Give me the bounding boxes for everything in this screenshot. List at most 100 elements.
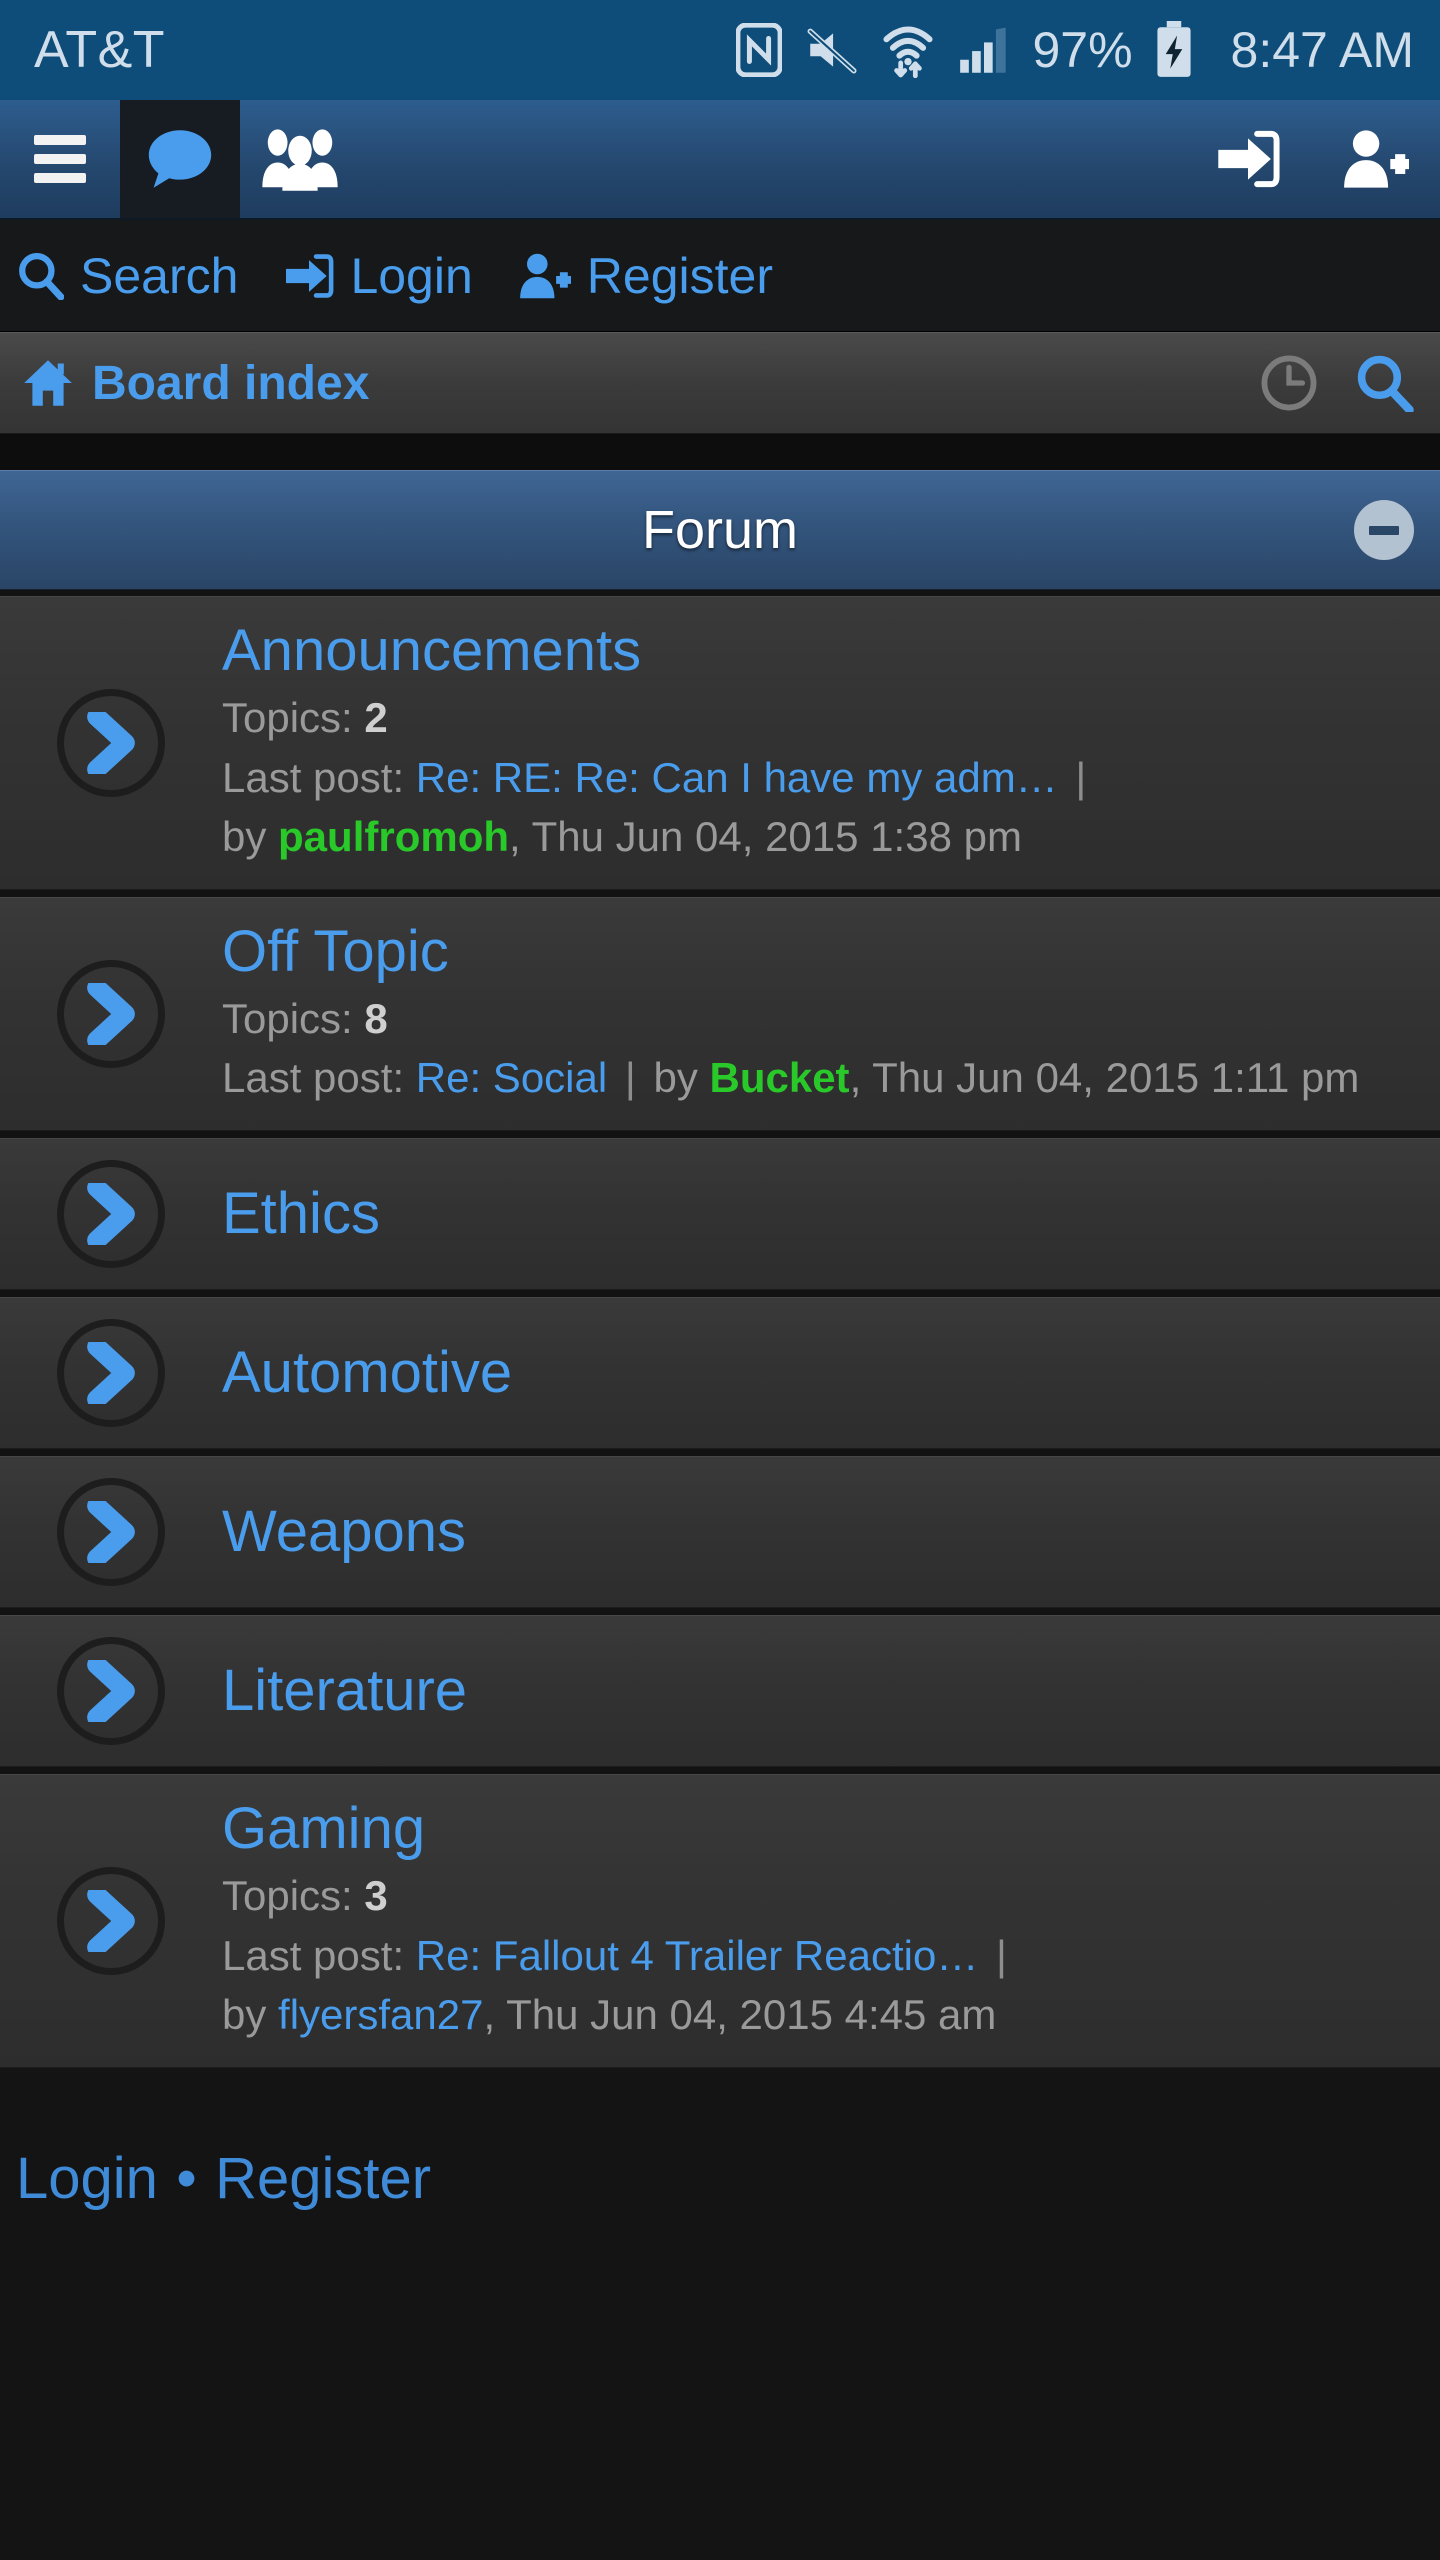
clock-label: 8:47 AM <box>1230 22 1414 78</box>
status-icons: 97% 8:47 AM <box>736 21 1414 79</box>
quick-link-bar: Search Login Register <box>0 220 1440 332</box>
topics-count-line: Topics: 3 <box>222 1866 1416 1926</box>
page-title: Forum <box>641 500 798 560</box>
author-link[interactable]: flyersfan27 <box>278 1991 483 2038</box>
footer: Login • Register <box>0 2074 1440 2212</box>
post-date: , Thu Jun 04, 2015 1:38 pm <box>509 813 1022 861</box>
forum-link[interactable]: Ethics <box>222 1181 1416 1247</box>
table-row[interactable]: Automotive <box>0 1297 1440 1450</box>
chevron-right-icon <box>57 1160 165 1269</box>
table-row[interactable]: Gaming Topics: 3 Last post: Re: Fallout … <box>0 1774 1440 2068</box>
row-icon-wrap <box>0 1866 222 1975</box>
quick-link-register[interactable]: Register <box>519 247 773 305</box>
separator: | <box>624 1054 636 1102</box>
quick-link-login[interactable]: Login <box>284 247 473 305</box>
row-body: Off Topic Topics: 8 Last post: Re: Socia… <box>222 898 1416 1130</box>
table-row[interactable]: Off Topic Topics: 8 Last post: Re: Socia… <box>0 896 1440 1132</box>
last-post-author-line: by flyersfan27, Thu Jun 04, 2015 4:45 am <box>222 1985 1416 2045</box>
members-group-icon <box>260 126 340 192</box>
row-icon-wrap <box>0 1319 222 1428</box>
nav-login-button[interactable] <box>1184 100 1312 218</box>
table-row[interactable]: Literature <box>0 1615 1440 1768</box>
hamburger-menu-icon <box>34 135 86 183</box>
author-link[interactable]: Bucket <box>710 1054 850 1101</box>
mute-icon <box>804 25 858 75</box>
tab-members[interactable] <box>240 100 360 218</box>
login-icon <box>284 253 334 299</box>
last-post-link[interactable]: Re: Social <box>416 1054 607 1101</box>
row-body: Literature <box>222 1658 1416 1724</box>
forum-link[interactable]: Announcements <box>222 618 1416 684</box>
forum-link[interactable]: Weapons <box>222 1499 1416 1565</box>
by-label: by <box>653 1054 698 1102</box>
quick-link-login-label: Login <box>350 247 473 304</box>
post-date: , Thu Jun 04, 2015 1:11 pm <box>849 1054 1360 1102</box>
forum-list: Announcements Topics: 2 Last post: Re: R… <box>0 590 1440 2068</box>
tab-forums[interactable] <box>120 100 240 218</box>
last-post-link[interactable]: Re: Fallout 4 Trailer Reactio… <box>416 1932 979 1979</box>
topics-count-line: Topics: 8 <box>222 989 1416 1049</box>
collapse-minus-icon[interactable] <box>1354 500 1414 560</box>
row-body: Ethics <box>222 1181 1416 1247</box>
carrier-label: AT&T <box>34 21 166 79</box>
topics-count: 3 <box>364 1871 388 1919</box>
last-post-link[interactable]: Re: RE: Re: Can I have my adm… <box>416 754 1058 801</box>
quick-link-search[interactable]: Search <box>18 247 238 305</box>
status-bar: AT&T 97% 8:47 AM <box>0 0 1440 100</box>
forum-link[interactable]: Gaming <box>222 1796 1416 1862</box>
breadcrumb-actions <box>1260 354 1414 412</box>
login-icon <box>1216 129 1280 189</box>
breadcrumb-label: Board index <box>92 356 370 410</box>
row-body: Announcements Topics: 2 Last post: Re: R… <box>222 597 1416 889</box>
forum-link[interactable]: Automotive <box>222 1340 1416 1406</box>
search-icon <box>18 252 64 300</box>
forum-link[interactable]: Literature <box>222 1658 1416 1724</box>
recent-clock-icon[interactable] <box>1260 354 1318 412</box>
row-body: Automotive <box>222 1340 1416 1406</box>
chevron-right-icon <box>57 1866 165 1975</box>
primary-nav-right-actions <box>1184 100 1440 218</box>
forum-link[interactable]: Off Topic <box>222 919 1416 985</box>
last-post-label: Last post: <box>222 1054 405 1102</box>
author-link[interactable]: paulfromoh <box>278 813 509 860</box>
chevron-right-icon <box>57 959 165 1068</box>
cellular-signal-icon <box>958 25 1010 75</box>
row-icon-wrap <box>0 1478 222 1587</box>
section-gap <box>0 434 1440 470</box>
row-icon-wrap <box>0 959 222 1068</box>
last-post-line: Last post: Re: RE: Re: Can I have my adm… <box>222 748 1416 808</box>
wifi-icon <box>880 22 936 78</box>
separator: | <box>1075 753 1087 801</box>
last-post-line: Last post: Re: Fallout 4 Trailer Reactio… <box>222 1926 1416 1986</box>
row-icon-wrap <box>0 688 222 797</box>
by-label: by <box>222 813 267 861</box>
post-date: , Thu Jun 04, 2015 4:45 am <box>483 1991 997 2039</box>
table-row[interactable]: Ethics <box>0 1138 1440 1291</box>
nav-register-button[interactable] <box>1312 100 1440 218</box>
quick-link-search-label: Search <box>80 247 239 304</box>
battery-percent-label: 97% <box>1032 22 1133 78</box>
quick-link-register-label: Register <box>586 247 773 304</box>
topics-count-line: Topics: 2 <box>222 688 1416 748</box>
breadcrumb-board-index[interactable]: Board index <box>22 356 369 411</box>
footer-login-link[interactable]: Login <box>16 2146 158 2211</box>
breadcrumb: Board index <box>0 332 1440 434</box>
topics-label: Topics: <box>222 1871 353 1919</box>
last-post-label: Last post: <box>222 753 405 801</box>
footer-register-link[interactable]: Register <box>215 2146 431 2211</box>
row-icon-wrap <box>0 1160 222 1269</box>
battery-charging-icon <box>1155 21 1193 79</box>
topics-label: Topics: <box>222 693 353 741</box>
by-label: by <box>222 1991 267 2039</box>
topics-count: 2 <box>364 693 388 741</box>
table-row[interactable]: Weapons <box>0 1456 1440 1609</box>
row-icon-wrap <box>0 1637 222 1746</box>
hamburger-menu-button[interactable] <box>0 100 120 218</box>
forum-section-header: Forum <box>0 470 1440 590</box>
topics-label: Topics: <box>222 994 353 1042</box>
breadcrumb-search-icon[interactable] <box>1356 354 1414 412</box>
table-row[interactable]: Announcements Topics: 2 Last post: Re: R… <box>0 596 1440 890</box>
footer-separator: • <box>176 2145 197 2211</box>
row-body: Weapons <box>222 1499 1416 1565</box>
home-icon <box>22 357 74 409</box>
